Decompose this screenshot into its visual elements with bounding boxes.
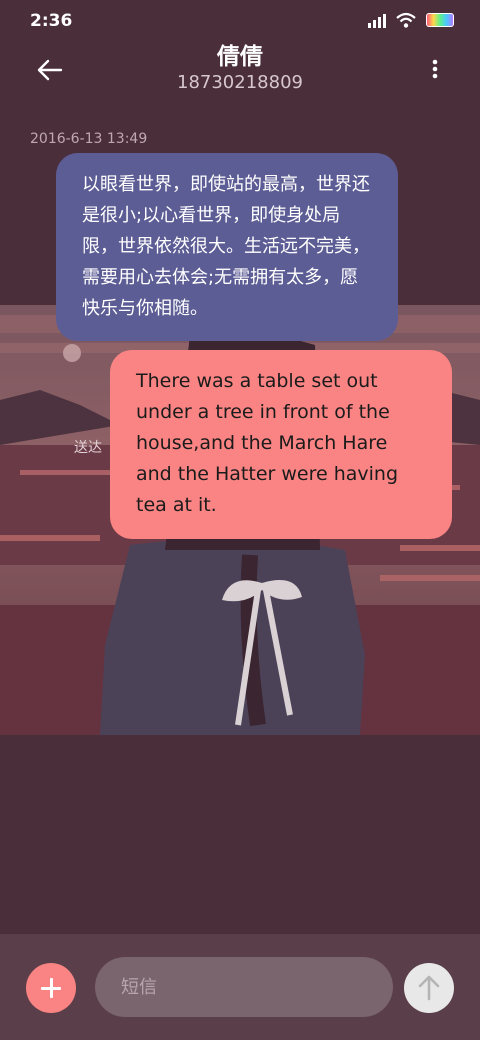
more-vertical-icon[interactable] [430, 56, 440, 86]
message-timestamp: 2016-6-13 13:49 [30, 131, 148, 147]
battery-icon [426, 13, 454, 27]
incoming-message-bubble[interactable]: 以眼看世界，即使站的最高，世界还是很小;以心看世界，即使身处局限，世界依然很大。… [56, 153, 398, 341]
outgoing-message-bubble[interactable]: There was a table set out under a tree i… [110, 350, 452, 539]
contact-title: 倩倩 18730218809 [0, 42, 480, 94]
conversation-header: 倩倩 18730218809 [0, 42, 480, 102]
status-time: 2:36 [30, 11, 73, 31]
status-bar: 2:36 [0, 0, 480, 42]
wifi-icon [396, 12, 416, 28]
send-button[interactable] [404, 963, 454, 1013]
contact-number: 18730218809 [177, 72, 303, 93]
signal-icon [368, 12, 386, 28]
message-composer [0, 934, 480, 1040]
sms-input[interactable] [95, 957, 393, 1017]
delivered-status: 送达 [74, 440, 102, 456]
plus-icon[interactable] [26, 963, 76, 1013]
status-icons [368, 12, 454, 28]
contact-name: 倩倩 [217, 44, 263, 70]
send-arrow-icon [418, 975, 440, 1001]
